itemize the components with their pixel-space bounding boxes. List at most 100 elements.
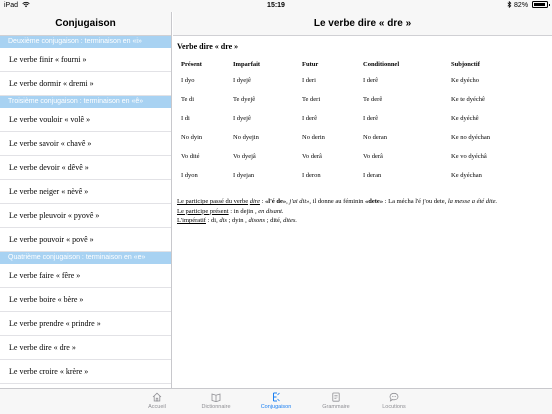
status-bar: iPad 15:19 82%: [0, 0, 552, 12]
tab-dictionnaire[interactable]: Dictionnaire: [186, 392, 246, 410]
table-cell: Vo derâ: [302, 153, 322, 160]
table-row: I dyo I dyejê I deri I derê Ke dyécho: [177, 71, 531, 90]
participe-present-label: Le participe présent: [177, 207, 229, 215]
table-cell: Te dyejê: [233, 96, 256, 103]
table-cell: Te di: [181, 96, 195, 103]
verb-item-vouloir[interactable]: Le verbe vouloir « volê »: [0, 108, 171, 132]
section-header: Deuxième conjugaison : terminaison en «i…: [0, 36, 171, 48]
section-header: Troisième conjugaison : terminaison en «…: [0, 96, 171, 108]
participe-passe-end: : La mécha l'é j'ou dete,: [383, 198, 448, 205]
home-icon: [152, 392, 162, 402]
table-cell: Ke vo dyéchâ: [451, 153, 487, 160]
participe-passe-verb: dire: [249, 198, 260, 205]
status-right: 82%: [507, 0, 550, 12]
table-cell: No derin: [302, 134, 325, 141]
table-cell: I dyejan: [233, 172, 255, 179]
book-icon: [211, 393, 221, 402]
conjugation-notes: Le participe passé du verbe dire : «l'é …: [177, 197, 548, 226]
verb-item-pleuvoir[interactable]: Le verbe pleuvoir « pyovê »: [0, 204, 171, 228]
table-cell: Ke te dyéchê: [451, 96, 485, 103]
imperatif-example: dis: [219, 217, 227, 224]
conjugation-content: Verbe dire « dre » Présent Imparfait Fut…: [173, 36, 552, 226]
verb-item-finir[interactable]: Le verbe finir « fourni »: [0, 48, 171, 72]
verb-item-pouvoir[interactable]: Le verbe pouvoir « povê »: [0, 228, 171, 252]
sidebar-title: Conjugaison: [0, 12, 171, 36]
tab-grammaire[interactable]: Grammaire: [306, 392, 366, 410]
column-header: Futur: [302, 61, 319, 68]
verb-item-devoir[interactable]: Le verbe devoir « dêvê »: [0, 156, 171, 180]
table-cell: Ke dyécho: [451, 77, 479, 84]
participe-present-example: en disant.: [258, 207, 284, 215]
table-cell: Ke dyéchê: [451, 115, 479, 122]
participe-present-text: : in dejin ,: [228, 207, 259, 215]
verb-item-croire[interactable]: Le verbe croire « krère »: [0, 360, 171, 384]
table-cell: No dyejin: [233, 134, 259, 141]
table-row: I di I dyejê I derê I derê Ke dyéchê: [177, 109, 531, 128]
verb-item-dormir[interactable]: Le verbe dormir « dremi »: [0, 72, 171, 96]
table-cell: Te derê: [363, 96, 383, 103]
grammar-book-icon: [332, 392, 340, 402]
participe-passe-example: , j'ai dit»: [286, 198, 310, 205]
participe-passe-form: «l'é de»: [265, 198, 287, 205]
bluetooth-icon: [507, 0, 512, 9]
table-cell: I derê: [363, 77, 378, 84]
tab-locutions[interactable]: Locutions: [364, 392, 424, 410]
detail-pane: Le verbe dire « dre » Verbe dire « dre »…: [173, 12, 552, 388]
conjugation-table: Présent Imparfait Futur Conditionnel Sub…: [177, 58, 531, 185]
table-cell: I deran: [363, 172, 382, 179]
table-cell: I derê: [302, 115, 317, 122]
tab-conjugaison[interactable]: Conjugaison: [246, 392, 306, 410]
tab-label: Accueil: [148, 404, 166, 410]
table-row: Vo dité Vo dyejâ Vo derâ Vo derâ Ke vo d…: [177, 147, 531, 166]
table-cell: Vo dité: [181, 153, 200, 160]
column-header: Imparfait: [233, 61, 261, 68]
participe-passe-example-2: la messe a été dite.: [447, 198, 498, 205]
battery-percent: 82%: [514, 2, 529, 9]
table-cell: I dyo: [181, 77, 195, 84]
table-cell: Ke no dyéchan: [451, 134, 490, 141]
verb-item-boire[interactable]: Le verbe boire « bère »: [0, 288, 171, 312]
table-cell: I deron: [302, 172, 321, 179]
imperatif-example: disons: [248, 217, 266, 224]
speech-bubble-icon: [389, 392, 399, 402]
tab-label: Locutions: [382, 404, 406, 410]
table-row: Te di Te dyejê Te deri Te derê Ke te dyé…: [177, 90, 531, 109]
imperatif-label: L'impératif: [177, 217, 206, 224]
table-cell: I deri: [302, 77, 316, 84]
tab-accueil[interactable]: Accueil: [127, 392, 187, 410]
imperatif-note: L'impératif : di, dis ; dyin , disons ; …: [177, 216, 548, 226]
participe-passe-feminine: «dete»: [365, 198, 384, 205]
column-header: Conditionnel: [363, 61, 400, 68]
table-row: No dyin No dyejin No derin No deran Ke n…: [177, 128, 531, 147]
imperatif-text: : di,: [205, 217, 220, 224]
table-cell: Vo dyejâ: [233, 153, 256, 160]
imperatif-text: ; dité,: [265, 217, 284, 224]
page-title: Le verbe dire « dre »: [173, 12, 552, 36]
content-title: Verbe dire « dre »: [177, 42, 239, 51]
participe-passe-label: Le participe passé du verbe: [177, 198, 249, 205]
participe-present-note: Le participe présent : in dejin , en dis…: [177, 207, 548, 217]
table-cell: I dyejê: [233, 115, 251, 122]
verb-item-prendre[interactable]: Le verbe prendre « prindre »: [0, 312, 171, 336]
column-header: Présent: [181, 61, 202, 68]
table-cell: Te deri: [302, 96, 321, 103]
table-cell: I di: [181, 115, 190, 122]
verb-item-savoir[interactable]: Le verbe savoir « chavê »: [0, 132, 171, 156]
tab-label: Grammaire: [322, 404, 350, 410]
battery-icon: [532, 1, 550, 8]
verb-item-faire[interactable]: Le verbe faire « fêre »: [0, 264, 171, 288]
verb-item-dire[interactable]: Le verbe dire « dre »: [0, 336, 171, 360]
verb-item-neiger[interactable]: Le verbe neiger « nèvê »: [0, 180, 171, 204]
tab-label: Conjugaison: [260, 404, 292, 410]
sidebar: Conjugaison Deuxième conjugaison : termi…: [0, 12, 172, 388]
table-header-row: Présent Imparfait Futur Conditionnel Sub…: [177, 58, 531, 71]
table-cell: No deran: [363, 134, 388, 141]
table-row: I dyon I dyejan I deron I deran Ke dyéch…: [177, 166, 531, 185]
participe-passe-note: Le participe passé du verbe dire : «l'é …: [177, 197, 548, 207]
section-header: Quatrième conjugaison : terminaison en «…: [0, 252, 171, 264]
imperatif-example: dites.: [283, 217, 298, 224]
table-cell: Ke dyéchan: [451, 172, 482, 179]
conjugation-icon: [273, 392, 280, 402]
participe-passe-mid: , il donne au féminin: [309, 198, 366, 205]
status-time: 15:19: [267, 2, 285, 9]
